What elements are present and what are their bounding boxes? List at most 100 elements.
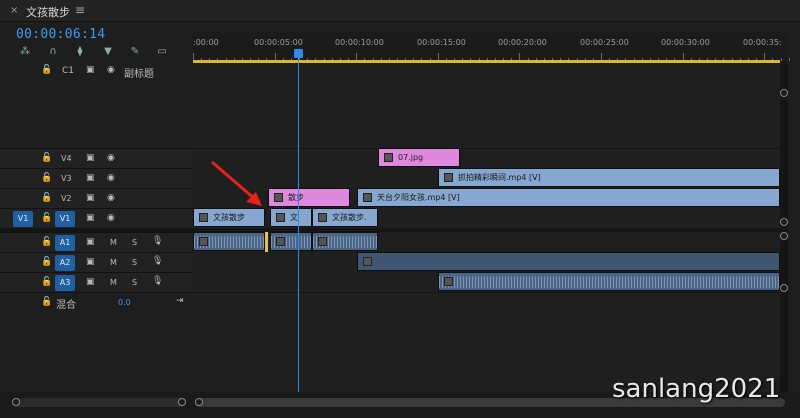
playhead-line[interactable]	[298, 52, 299, 392]
clip-v2-sunset[interactable]: 天台夕阳女孩.mp4 [V]	[357, 188, 780, 207]
divider	[193, 148, 780, 149]
scroll-handle[interactable]	[178, 398, 186, 406]
scroll-handle[interactable]	[780, 89, 788, 97]
ruler-label: 00:00:35:	[743, 38, 782, 47]
mute-button[interactable]: M	[110, 258, 117, 267]
scroll-handle[interactable]	[780, 218, 788, 226]
track-header-v1: V1 🔓 V1 ▣ ◉	[0, 208, 193, 228]
ruler-label: 00:00:20:00	[498, 38, 547, 47]
source-patch-v1[interactable]: V1	[13, 211, 33, 227]
lock-icon[interactable]: 🔓	[41, 257, 52, 267]
video-vertical-scrollbar[interactable]	[780, 64, 788, 228]
audio-clip-a3[interactable]	[438, 272, 780, 291]
header-horizontal-scrollbar[interactable]	[12, 398, 186, 407]
audio-vertical-scrollbar[interactable]	[780, 232, 788, 392]
clip-07-jpg[interactable]: 07.jpg	[378, 148, 460, 167]
waveform	[439, 276, 779, 288]
fx-badge-icon	[276, 213, 285, 222]
captions-icon[interactable]: ▭	[155, 46, 169, 58]
clip-v2-walk[interactable]: 散步	[268, 188, 350, 207]
mute-button[interactable]: M	[110, 238, 117, 247]
clip-v1-a[interactable]: 文孩散步	[193, 208, 265, 227]
track-header-a3: 🔓 A3 ▣ M S 🎙	[0, 272, 193, 292]
linked-selection-icon[interactable]: ⧫	[73, 46, 87, 58]
track-header-a1: 🔓 A1 ▣ M S 🎙	[0, 232, 193, 252]
mix-value[interactable]: 0.0	[118, 298, 131, 307]
snap-icon[interactable]: ⁂	[18, 46, 32, 58]
panel-menu-icon[interactable]: ≡	[75, 3, 85, 17]
mute-button[interactable]: M	[110, 278, 117, 287]
magnet-icon[interactable]: ∩	[46, 46, 60, 58]
playhead-handle[interactable]	[294, 49, 303, 58]
ruler-label: 00:00:15:00	[417, 38, 466, 47]
eye-icon[interactable]: ◉	[107, 65, 115, 75]
clip-v1-c[interactable]: 文孩散步.	[312, 208, 378, 227]
microphone-icon[interactable]: 🎙	[152, 236, 163, 246]
scroll-handle[interactable]	[195, 398, 203, 406]
eye-icon[interactable]: ◉	[107, 193, 115, 203]
watermark-text: sanlang2021	[612, 374, 781, 404]
film-icon[interactable]: ▣	[86, 237, 95, 247]
edit-point-marker[interactable]	[265, 232, 268, 252]
playhead-timecode[interactable]: 00:00:06:14	[16, 27, 105, 42]
eye-icon[interactable]: ◉	[107, 173, 115, 183]
lock-icon[interactable]: 🔓	[41, 153, 52, 163]
ruler-label: 00:00:25:00	[580, 38, 629, 47]
film-icon[interactable]: ▣	[86, 173, 95, 183]
lock-icon[interactable]: 🔓	[41, 65, 52, 75]
fx-badge-icon	[444, 173, 453, 182]
fx-badge-icon	[318, 213, 327, 222]
eye-icon[interactable]: ◉	[107, 213, 115, 223]
audio-clip-a2[interactable]	[357, 252, 780, 271]
caption-track-label: 副标题	[124, 69, 154, 80]
empty-header-space	[0, 80, 193, 148]
audio-clip-a1-a[interactable]	[193, 232, 265, 251]
audio-clip-a1-c[interactable]	[312, 232, 378, 251]
track-header-a2: 🔓 A2 ▣ M S 🎙	[0, 252, 193, 272]
ruler-tick	[780, 58, 782, 61]
film-icon[interactable]: ▣	[86, 65, 95, 75]
lock-icon[interactable]: 🔓	[41, 237, 52, 247]
film-icon[interactable]: ▣	[86, 277, 95, 287]
film-icon[interactable]: ▣	[86, 257, 95, 267]
lock-icon[interactable]: 🔓	[41, 213, 52, 223]
film-icon[interactable]: ▣	[86, 193, 95, 203]
microphone-icon[interactable]: 🎙	[152, 276, 163, 286]
film-icon[interactable]: ▣	[86, 213, 95, 223]
lock-icon[interactable]: 🔓	[41, 277, 52, 287]
clip-v1-b[interactable]: 文	[270, 208, 312, 227]
track-target-a3[interactable]: A3	[55, 275, 75, 291]
eye-icon[interactable]: ◉	[107, 153, 115, 163]
clip-v3[interactable]: 抓拍精彩瞬间.mp4 [V]	[438, 168, 780, 187]
lock-icon[interactable]: 🔓	[41, 193, 52, 203]
film-icon[interactable]: ▣	[86, 153, 95, 163]
fx-badge-icon	[199, 237, 208, 246]
fx-badge-icon	[363, 193, 372, 202]
solo-button[interactable]: S	[132, 278, 137, 287]
caption-track-header: 🔓 C1 ▣ ◉ 副标题	[0, 62, 193, 80]
track-target-v1[interactable]: V1	[55, 211, 75, 227]
scroll-handle[interactable]	[780, 232, 788, 240]
fx-badge-icon	[318, 237, 327, 246]
track-target-a1[interactable]: A1	[55, 235, 75, 251]
ruler-label: 00:00:10:00	[335, 38, 384, 47]
lock-icon[interactable]: 🔓	[41, 173, 52, 183]
fx-badge-icon	[384, 153, 393, 162]
ruler-label: 00:00:30:00	[661, 38, 710, 47]
sequence-tab-title[interactable]: 文孩散步	[26, 4, 70, 20]
microphone-icon[interactable]: 🎙	[152, 256, 163, 266]
scroll-handle[interactable]	[12, 398, 20, 406]
audio-clip-a1-b[interactable]	[270, 232, 312, 251]
track-target-a2[interactable]: A2	[55, 255, 75, 271]
solo-button[interactable]: S	[132, 238, 137, 247]
work-area-bar[interactable]	[193, 60, 780, 63]
marker-icon[interactable]: ▼	[101, 46, 115, 58]
close-tab-icon[interactable]: ×	[10, 5, 18, 16]
fx-badge-icon	[199, 213, 208, 222]
solo-button[interactable]: S	[132, 258, 137, 267]
skip-to-end-icon[interactable]: ⇥	[176, 296, 184, 306]
wrench-icon[interactable]: ✎	[128, 46, 142, 58]
scroll-handle[interactable]	[780, 284, 788, 292]
track-id: V3	[61, 174, 72, 183]
lock-icon[interactable]: 🔓	[41, 297, 52, 307]
